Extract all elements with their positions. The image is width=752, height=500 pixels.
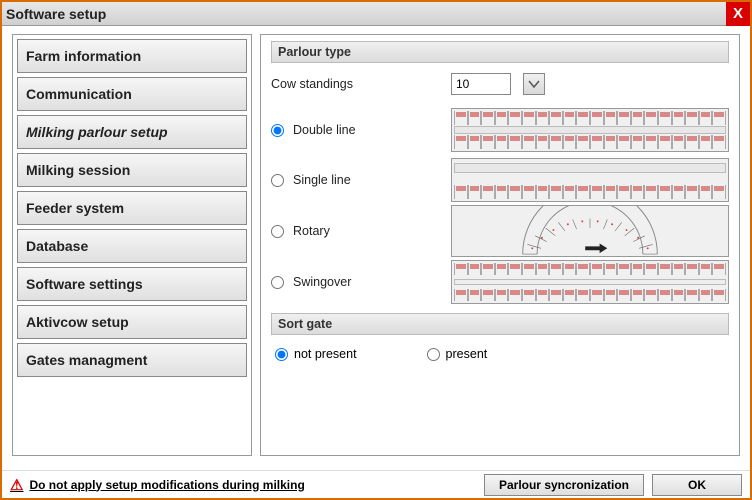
sidebar-item-gates-managment[interactable]: Gates managment: [17, 343, 247, 377]
close-button[interactable]: X: [726, 2, 750, 26]
row-cow-standings: Cow standings 10: [271, 69, 729, 99]
option-label: Double line: [293, 123, 356, 137]
radio-sort-gate-present[interactable]: [427, 348, 440, 361]
radio-rotary[interactable]: [271, 225, 284, 238]
content: Farm information Communication Milking p…: [2, 26, 750, 464]
option-double-line[interactable]: Double line: [271, 123, 441, 137]
radio-double-line[interactable]: [271, 124, 284, 137]
option-sort-gate-not-present[interactable]: not present: [275, 347, 357, 361]
sidebar-item-label: Aktivcow setup: [26, 314, 129, 330]
row-swingover: Swingover: [271, 257, 729, 307]
option-label: present: [446, 347, 488, 361]
option-single-line[interactable]: Single line: [271, 173, 441, 187]
warning-message: ⚠ Do not apply setup modifications durin…: [10, 476, 305, 494]
sidebar-item-label: Feeder system: [26, 200, 124, 216]
sidebar-item-feeder-system[interactable]: Feeder system: [17, 191, 247, 225]
option-rotary[interactable]: Rotary: [271, 224, 441, 238]
option-label: Single line: [293, 173, 351, 187]
parlour-syncronization-button[interactable]: Parlour syncronization: [484, 474, 644, 496]
sidebar-item-label: Software settings: [26, 276, 143, 292]
ok-button[interactable]: OK: [652, 474, 742, 496]
window: Software setup X Farm information Commun…: [0, 0, 752, 500]
option-label: Rotary: [293, 224, 330, 238]
sidebar-item-label: Communication: [26, 86, 132, 102]
warning-text: Do not apply setup modifications during …: [29, 478, 304, 492]
label-cow-standings: Cow standings: [271, 77, 441, 91]
option-swingover[interactable]: Swingover: [271, 275, 441, 289]
radio-single-line[interactable]: [271, 174, 284, 187]
button-label: Parlour syncronization: [499, 478, 629, 492]
diagram-rotary: [451, 205, 729, 257]
sidebar-item-communication[interactable]: Communication: [17, 77, 247, 111]
sidebar-item-label: Milking parlour setup: [26, 124, 168, 140]
sidebar-item-milking-parlour-setup[interactable]: Milking parlour setup: [17, 115, 247, 149]
radio-swingover[interactable]: [271, 276, 284, 289]
row-single-line: Single line: [271, 155, 729, 205]
sidebar-item-milking-session[interactable]: Milking session: [17, 153, 247, 187]
close-icon: X: [733, 5, 743, 22]
window-title: Software setup: [6, 6, 106, 22]
sidebar-item-label: Milking session: [26, 162, 130, 178]
sidebar-item-label: Database: [26, 238, 88, 254]
diagram-single-line: [451, 158, 729, 202]
cow-standings-dropdown-button[interactable]: [523, 73, 545, 95]
sidebar-item-software-settings[interactable]: Software settings: [17, 267, 247, 301]
diagram-double-line: [451, 108, 729, 152]
row-double-line: Double line: [271, 105, 729, 155]
radio-sort-gate-not-present[interactable]: [275, 348, 288, 361]
sidebar-item-label: Farm information: [26, 48, 141, 64]
chevron-down-icon: [528, 80, 540, 88]
option-label: Swingover: [293, 275, 351, 289]
sidebar-item-database[interactable]: Database: [17, 229, 247, 263]
row-rotary: Rotary: [271, 205, 729, 257]
titlebar: Software setup X: [2, 2, 750, 26]
button-label: OK: [688, 478, 706, 492]
row-sort-gate: not present present: [271, 341, 729, 367]
footer: ⚠ Do not apply setup modifications durin…: [2, 470, 750, 498]
sidebar-item-farm-information[interactable]: Farm information: [17, 39, 247, 73]
sidebar-item-label: Gates managment: [26, 352, 147, 368]
footer-buttons: Parlour syncronization OK: [484, 474, 742, 496]
diagram-swingover: [451, 260, 729, 304]
section-header-sort-gate: Sort gate: [271, 313, 729, 335]
sidebar-nav: Farm information Communication Milking p…: [12, 34, 252, 456]
option-label: not present: [294, 347, 357, 361]
option-sort-gate-present[interactable]: present: [427, 347, 488, 361]
arrow-right-icon: [585, 244, 607, 254]
cow-standings-value[interactable]: 10: [451, 73, 511, 95]
warning-icon: ⚠: [10, 476, 23, 494]
main-panel: Parlour type Cow standings 10 Double lin…: [260, 34, 740, 456]
sidebar-item-aktivcow-setup[interactable]: Aktivcow setup: [17, 305, 247, 339]
section-header-parlour-type: Parlour type: [271, 41, 729, 63]
